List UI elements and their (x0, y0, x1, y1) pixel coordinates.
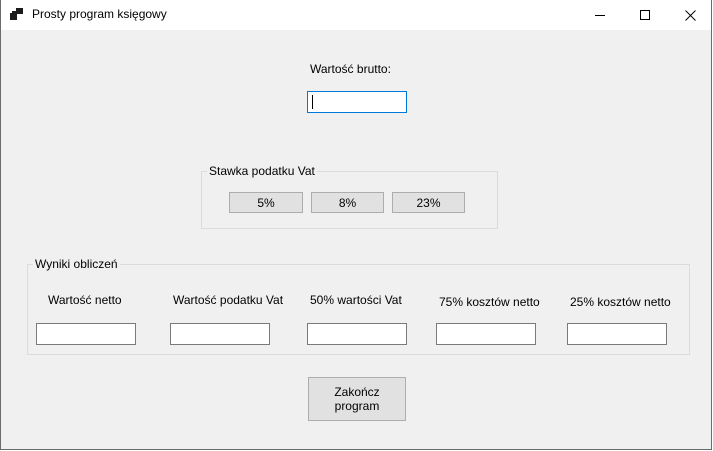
maximize-button[interactable] (622, 0, 668, 30)
vat-amount-field[interactable] (170, 323, 270, 345)
exit-program-button[interactable]: Zakończ program (308, 377, 406, 421)
vat-amount-label: Wartość podatku Vat (173, 293, 284, 307)
net-value-field[interactable] (36, 323, 136, 345)
gross-value-label: Wartość brutto: (310, 62, 391, 76)
title-bar[interactable]: Prosty program księgowy (1, 0, 711, 30)
app-icon (10, 8, 24, 20)
costs-75-field[interactable] (436, 323, 536, 345)
close-icon (684, 9, 696, 21)
maximize-icon (640, 10, 650, 20)
minimize-button[interactable] (577, 0, 623, 30)
net-value-label: Wartość netto (48, 293, 122, 307)
gross-value-input[interactable] (307, 91, 407, 113)
main-window: Prosty program księgowy Wartość brutto: … (0, 0, 712, 450)
costs-75-label: 75% kosztów netto (439, 295, 540, 309)
text-caret (312, 95, 313, 109)
vat-rate-group-title: Stawka podatku Vat (207, 164, 317, 178)
half-vat-field[interactable] (307, 323, 407, 345)
half-vat-label: 50% wartości Vat (310, 293, 402, 307)
minimize-icon (595, 10, 605, 20)
window-title: Prosty program księgowy (32, 7, 167, 21)
results-group-title: Wyniki obliczeń (33, 257, 120, 271)
vat-23-button[interactable]: 23% (392, 192, 465, 213)
vat-5-button[interactable]: 5% (229, 192, 303, 213)
costs-25-label: 25% kosztów netto (570, 295, 671, 309)
costs-25-field[interactable] (567, 323, 667, 345)
vat-8-button[interactable]: 8% (311, 192, 384, 213)
close-button[interactable] (667, 0, 711, 30)
